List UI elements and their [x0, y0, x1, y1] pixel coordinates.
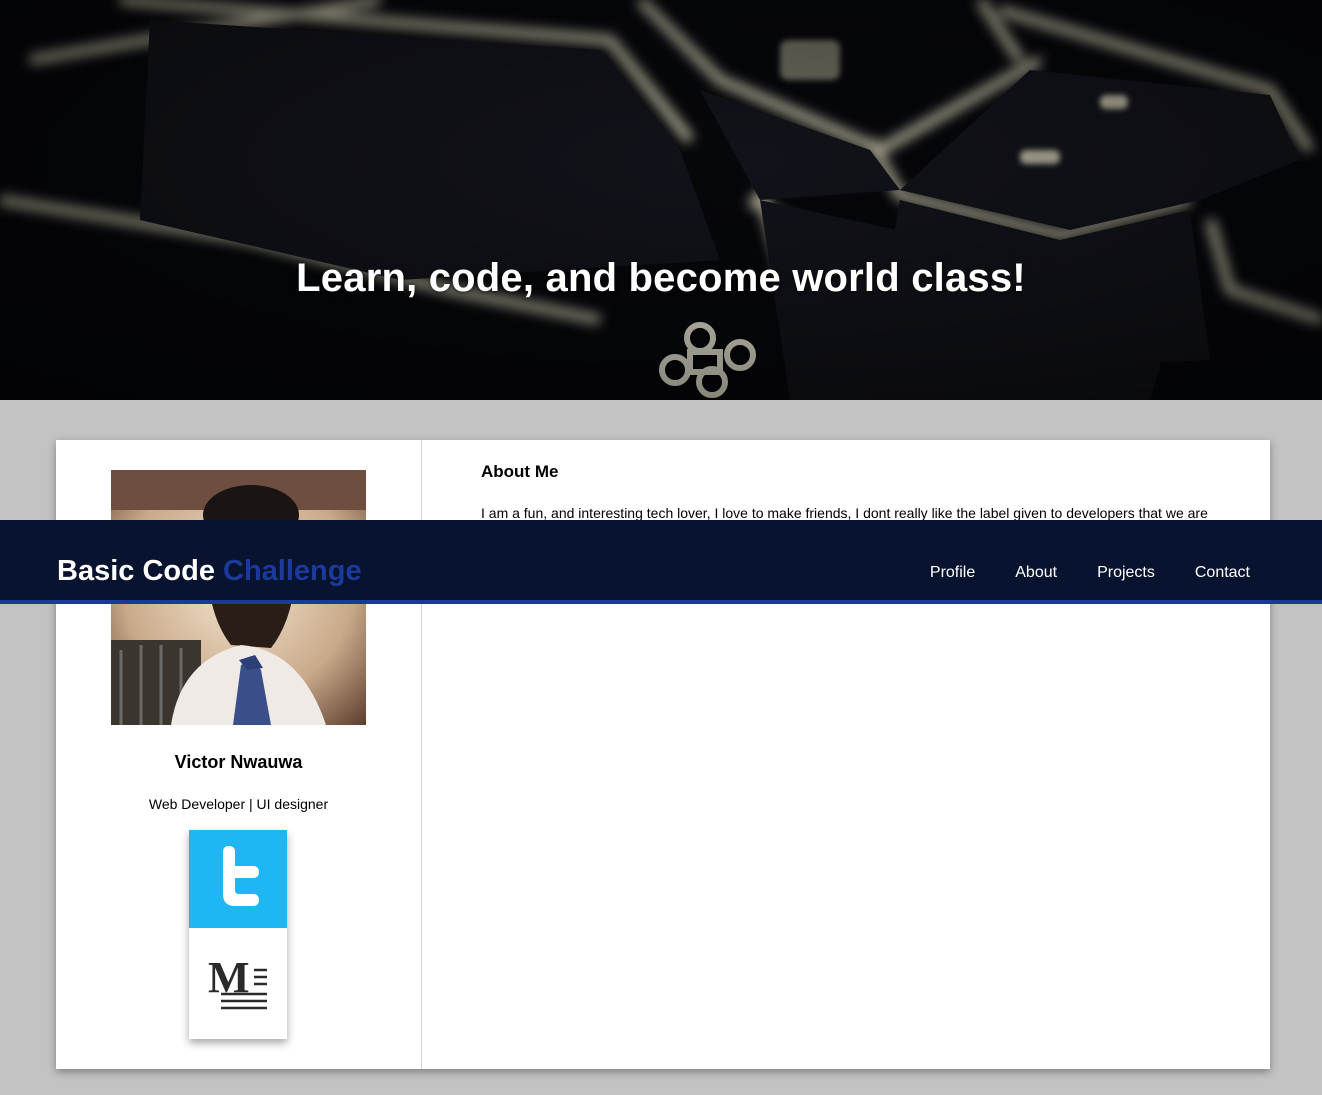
brand-primary: Basic Code — [57, 555, 215, 587]
medium-button[interactable]: M — [189, 928, 287, 1039]
about-text: I am a fun, and interesting tech lover, … — [481, 505, 1208, 521]
navbar: Basic Code Challenge Profile About Proje… — [0, 520, 1322, 604]
brand-logo[interactable]: Basic Code Challenge — [57, 555, 362, 588]
profile-name: Victor Nwauwa — [174, 752, 303, 772]
hero-banner: Learn, code, and become world class! — [0, 0, 1322, 400]
profile-role: Web Developer | UI designer — [148, 796, 329, 812]
brand-accent: Challenge — [223, 555, 362, 587]
nav-link-projects[interactable]: Projects — [1097, 564, 1155, 582]
about-title: About Me — [481, 462, 559, 481]
twitter-icon — [223, 846, 259, 906]
nav-menu: Profile About Projects Contact — [930, 564, 1250, 582]
twitter-button[interactable] — [189, 830, 287, 928]
hero-title: Learn, code, and become world class! — [296, 256, 1026, 300]
nav-link-profile[interactable]: Profile — [930, 564, 975, 582]
keyboard-background-image — [0, 0, 1322, 400]
nav-link-contact[interactable]: Contact — [1195, 564, 1250, 582]
medium-icon: M — [208, 953, 267, 1010]
nav-link-about[interactable]: About — [1015, 564, 1057, 582]
social-links: M — [189, 830, 287, 1039]
